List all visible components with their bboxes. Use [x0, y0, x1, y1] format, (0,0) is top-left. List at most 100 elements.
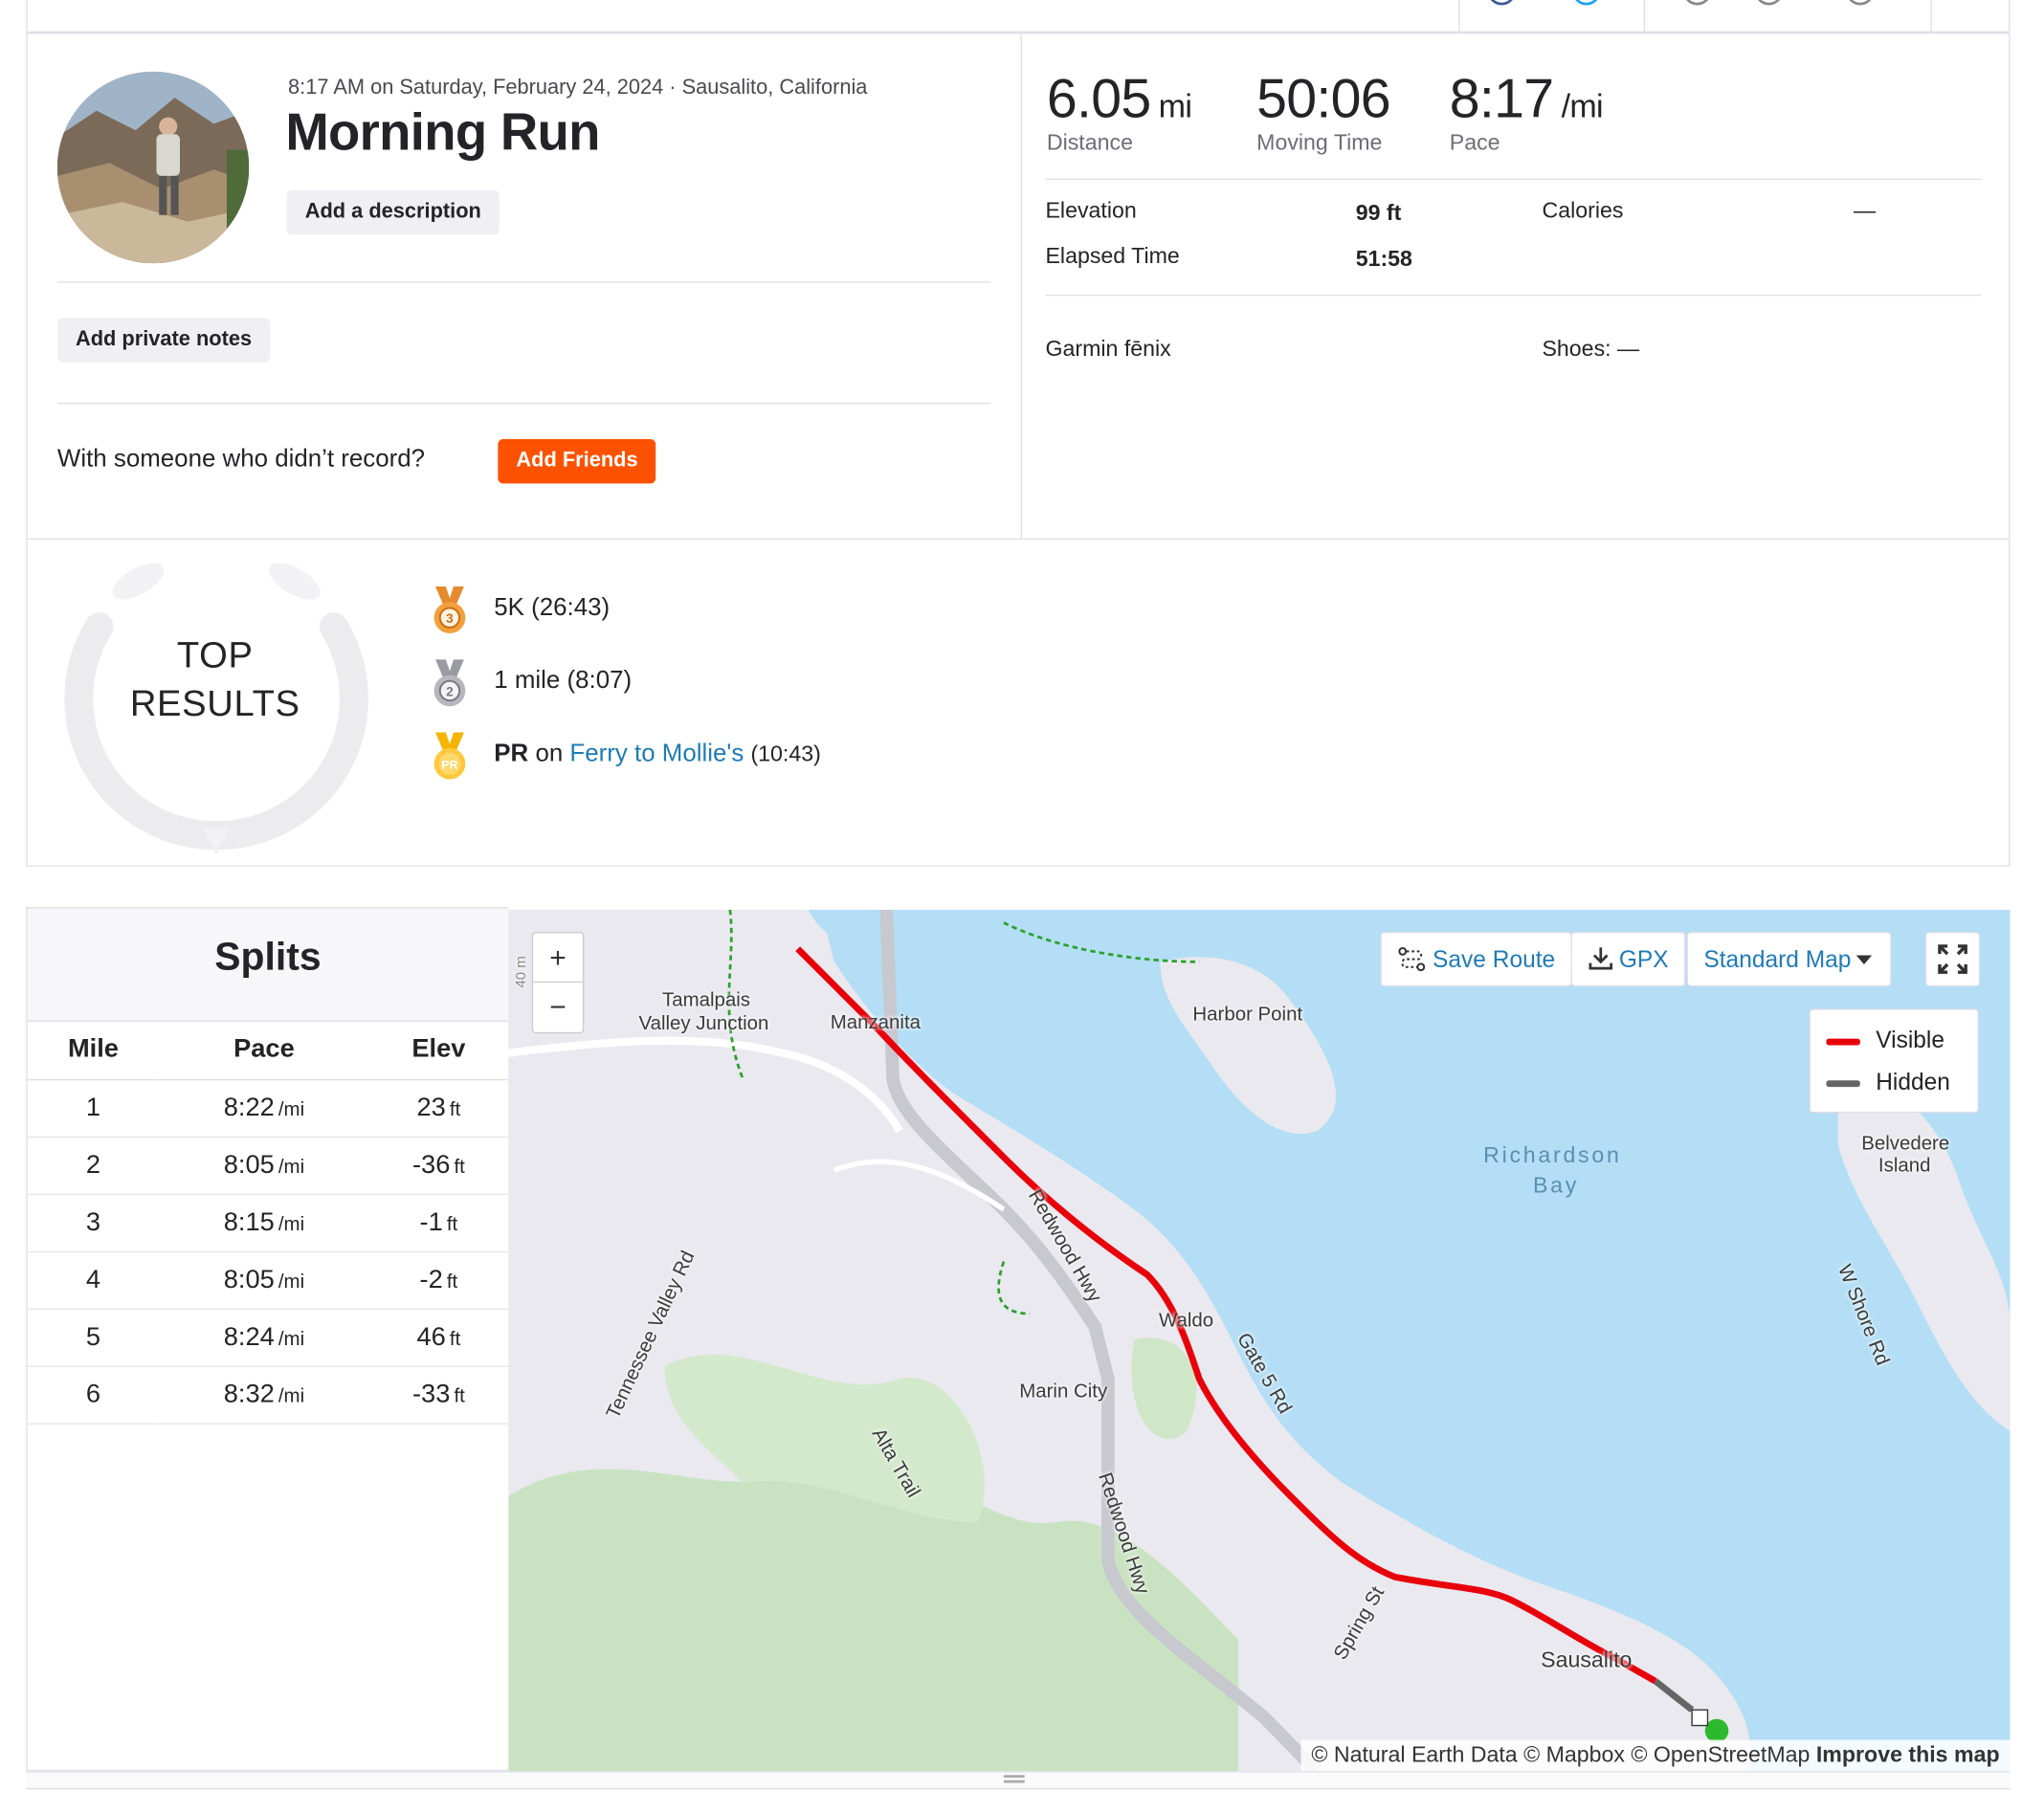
- add-friends-button[interactable]: Add Friends: [498, 439, 656, 484]
- attribution-text[interactable]: © Natural Earth Data © Mapbox © OpenStre…: [1311, 1742, 1810, 1767]
- pace-unit: /mi: [278, 1212, 305, 1235]
- save-route-label: Save Route: [1433, 945, 1556, 973]
- facebook-icon[interactable]: [1487, 0, 1517, 6]
- table-row: 4 8:05/mi -2 ft: [27, 1250, 509, 1310]
- elev-unit: ft: [449, 1327, 461, 1350]
- divider: [1045, 294, 1982, 297]
- pace-unit: /mi: [1561, 88, 1604, 125]
- pace-value: 8:17: [1449, 67, 1554, 129]
- pace-value: 8:32: [223, 1379, 275, 1408]
- column-header-pace: Pace: [159, 1021, 369, 1080]
- map-label: Marin City: [1019, 1380, 1108, 1403]
- fullscreen-icon: [1938, 944, 1967, 974]
- split-mile: 4: [27, 1250, 160, 1310]
- legend-swatch: [1826, 1079, 1860, 1087]
- legend-visible: Visible: [1826, 1027, 1944, 1054]
- shoes-info: Shoes: —: [1542, 336, 1640, 362]
- split-mile: 6: [27, 1365, 160, 1425]
- elapsed-time-value: 51:58: [1355, 246, 1412, 272]
- legend-swatch: [1826, 1038, 1860, 1046]
- elev-value: -2: [419, 1265, 443, 1293]
- elev-unit: ft: [454, 1384, 465, 1407]
- column-header-elev: Elev: [368, 1021, 509, 1080]
- split-pace: 8:15/mi: [159, 1193, 369, 1252]
- elev-value: -36: [411, 1150, 451, 1180]
- split-elev: 23 ft: [368, 1078, 509, 1138]
- split-mile: 1: [27, 1078, 160, 1138]
- twitter-icon[interactable]: [1571, 0, 1601, 6]
- table-row: 3 8:15/mi -1 ft: [27, 1193, 509, 1252]
- add-private-notes-button[interactable]: Add private notes: [56, 318, 271, 363]
- segment-link[interactable]: Ferry to Mollie's: [569, 741, 744, 768]
- split-pace: 8:32/mi: [159, 1365, 369, 1425]
- pace-value: 8:24: [223, 1321, 275, 1351]
- fullscreen-button[interactable]: [1924, 931, 1981, 987]
- elev-unit: ft: [454, 1155, 465, 1178]
- caret-down-icon: [1855, 955, 1873, 965]
- route-legend: Visible Hidden: [1809, 1008, 1979, 1114]
- map-style-select[interactable]: Standard Map: [1686, 931, 1892, 987]
- resize-handle[interactable]: [26, 1771, 2011, 1790]
- divider: [56, 281, 991, 283]
- drag-handle-icon[interactable]: [1003, 1775, 1025, 1779]
- map-label: Manzanita: [830, 1011, 922, 1034]
- segment-time: (10:43): [750, 741, 821, 766]
- share-icon[interactable]: [1845, 0, 1875, 6]
- map-style-label: Standard Map: [1703, 945, 1852, 973]
- table-row: 1 8:22/mi 23 ft: [27, 1078, 509, 1138]
- device-name: Garmin fēnix: [1045, 336, 1171, 362]
- gpx-label: GPX: [1618, 945, 1669, 973]
- elevation-label: Elevation: [1045, 198, 1137, 223]
- pace-value: 8:05: [223, 1150, 275, 1180]
- zoom-control: + −: [531, 931, 585, 1034]
- divider: [1643, 0, 1646, 33]
- distance-stat: 6.05 mi Distance: [1047, 68, 1192, 157]
- elev-unit: ft: [446, 1270, 458, 1293]
- distance-unit: mi: [1158, 88, 1192, 125]
- pace-unit: /mi: [278, 1327, 305, 1350]
- split-mile: 2: [27, 1136, 160, 1195]
- divider: [1458, 0, 1460, 33]
- pace-label: Pace: [1449, 130, 1500, 156]
- split-pace: 8:22/mi: [159, 1078, 369, 1138]
- splits-panel: Splits Mile Pace Elev 1 8:22/mi 23 ft 2 8:05/…: [26, 907, 509, 1772]
- zoom-in-button[interactable]: +: [533, 933, 583, 984]
- achievement-text: 5K (26:43): [494, 594, 611, 622]
- elev-value: -33: [411, 1379, 451, 1408]
- save-route-button[interactable]: Save Route: [1380, 931, 1572, 987]
- split-mile: 3: [27, 1193, 160, 1252]
- svg-text:3: 3: [446, 611, 454, 626]
- legend-hidden-label: Hidden: [1876, 1069, 1950, 1095]
- route-map[interactable]: Tamalpais Valley Junction Manzanita Harb…: [508, 909, 2011, 1772]
- pace-unit: /mi: [278, 1155, 305, 1178]
- map-label: Richardson: [1483, 1142, 1622, 1168]
- top-results-heading: TOP RESULTS: [129, 634, 300, 724]
- zoom-out-button[interactable]: −: [533, 983, 583, 1032]
- comment-icon[interactable]: [1754, 0, 1784, 6]
- map-label: Sausalito: [1541, 1647, 1633, 1672]
- divider: [1020, 33, 1022, 539]
- legend-hidden: Hidden: [1826, 1069, 1950, 1096]
- pace-unit: /mi: [278, 1097, 305, 1120]
- map-label: Valley Junction: [638, 1012, 769, 1035]
- legend-visible-label: Visible: [1876, 1027, 1944, 1053]
- table-row: 5 8:24/mi 46 ft: [27, 1308, 509, 1367]
- split-pace: 8:05/mi: [159, 1250, 369, 1310]
- kudos-icon[interactable]: [1682, 0, 1712, 6]
- map-attribution: © Natural Earth Data © Mapbox © OpenStre…: [1300, 1739, 2011, 1772]
- add-description-button[interactable]: Add a description: [286, 189, 500, 235]
- achievement-text: 1 mile (8:07): [494, 667, 633, 696]
- split-pace: 8:24/mi: [159, 1308, 369, 1367]
- split-elev: -1 ft: [368, 1193, 509, 1252]
- improve-map-link[interactable]: Improve this map: [1816, 1742, 2000, 1767]
- gpx-download-button[interactable]: GPX: [1570, 931, 1686, 987]
- elev-unit: ft: [446, 1212, 458, 1235]
- map-label: Belvedere: [1861, 1132, 1950, 1155]
- split-elev: 46 ft: [368, 1308, 509, 1367]
- table-row: 6 8:32/mi -33 ft: [27, 1365, 509, 1425]
- avatar[interactable]: [56, 71, 250, 264]
- divider: [1045, 178, 1982, 180]
- moving-time-label: Moving Time: [1256, 130, 1383, 156]
- map-canvas[interactable]: [508, 909, 2011, 1772]
- elapsed-time-label: Elapsed Time: [1045, 243, 1180, 269]
